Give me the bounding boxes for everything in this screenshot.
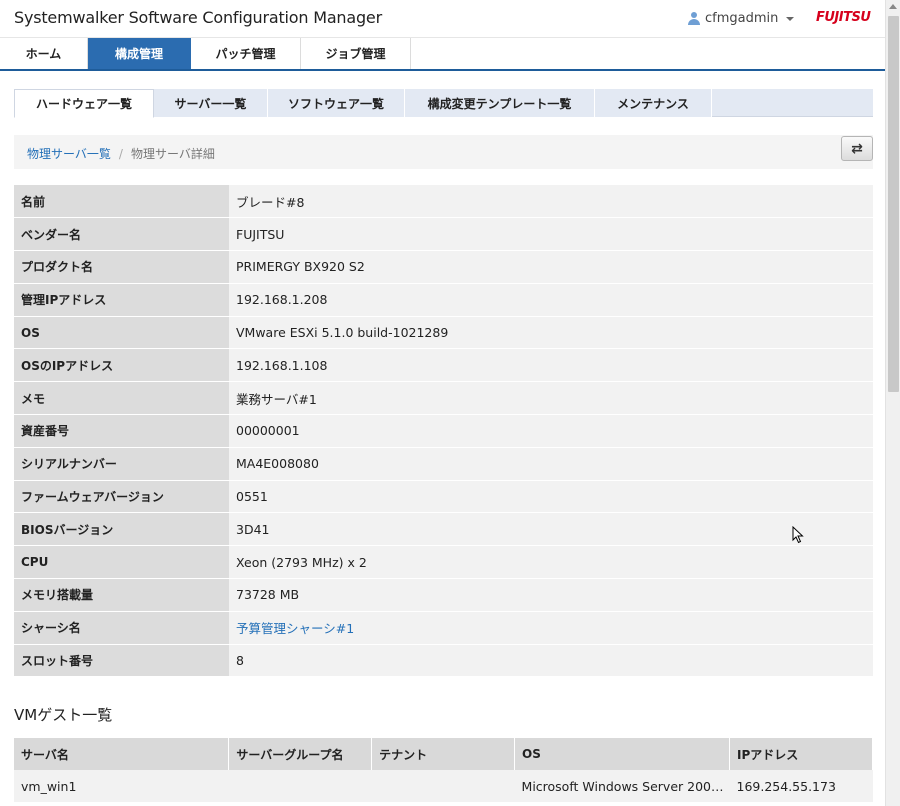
detail-label: シリアルナンバー	[14, 447, 229, 481]
detail-label: 管理IPアドレス	[14, 283, 229, 317]
table-row: CPU Xeon (2793 MHz) x 2	[14, 545, 873, 580]
vm-tenant	[371, 770, 515, 802]
vm-ip-address: 169.254.55.173	[729, 770, 873, 802]
detail-value: Xeon (2793 MHz) x 2	[229, 545, 873, 580]
detail-value: VMware ESXi 5.1.0 build-1021289	[229, 316, 873, 350]
detail-value: 192.168.1.108	[229, 348, 873, 383]
chevron-down-icon	[786, 16, 795, 21]
table-row: メモ 業務サーバ#1	[14, 381, 873, 416]
breadcrumb-physical-server-list[interactable]: 物理サーバ一覧	[27, 145, 111, 162]
detail-label: 名前	[14, 185, 229, 219]
detail-value: 192.168.1.208	[229, 283, 873, 317]
table-row: ベンダー名 FUJITSU	[14, 217, 873, 252]
detail-label: 資産番号	[14, 414, 229, 448]
tab-server-list[interactable]: サーバー一覧	[154, 89, 268, 117]
detail-value: PRIMERGY BX920 S2	[229, 250, 873, 284]
table-row: 資産番号 00000001	[14, 414, 873, 448]
chassis-link[interactable]: 予算管理シャーシ#1	[236, 621, 354, 636]
detail-label: メモリ搭載量	[14, 578, 229, 612]
server-detail-table: 名前 ブレード#8 ベンダー名 FUJITSU プロダクト名 PRIMERGY BX9…	[14, 185, 873, 678]
detail-value-cell: 予算管理シャーシ#1	[229, 611, 873, 645]
nav-item-configuration[interactable]: 構成管理	[88, 38, 191, 69]
vm-os: Microsoft Windows Server 200…	[514, 770, 730, 802]
detail-label: BIOSバージョン	[14, 512, 229, 547]
user-icon	[688, 12, 700, 25]
mouse-cursor-icon	[792, 526, 804, 544]
detail-value: MA4E008080	[229, 447, 873, 481]
table-row[interactable]: vm_win1 Microsoft Windows Server 200… 16…	[14, 770, 873, 802]
refresh-button[interactable]: ⇄	[841, 136, 873, 161]
detail-label: ベンダー名	[14, 217, 229, 252]
column-header-ip-address[interactable]: IPアドレス	[729, 738, 873, 770]
refresh-icon: ⇄	[851, 140, 863, 157]
column-header-os[interactable]: OS	[514, 738, 731, 770]
detail-label: メモ	[14, 381, 229, 416]
detail-value: 73728 MB	[229, 578, 873, 612]
app-title: Systemwalker Software Configuration Mana…	[14, 8, 382, 27]
vm-server-group	[228, 770, 372, 802]
scrollbar-thumb[interactable]	[888, 16, 899, 392]
tab-maintenance[interactable]: メンテナンス	[595, 89, 712, 117]
column-header-server-name[interactable]: サーバ名	[14, 738, 230, 770]
nav-item-patch[interactable]: パッチ管理	[191, 38, 301, 69]
table-row: シャーシ名 予算管理シャーシ#1	[14, 611, 873, 645]
tab-software-list[interactable]: ソフトウェア一覧	[268, 89, 405, 117]
detail-value: 業務サーバ#1	[229, 381, 873, 416]
tab-filler	[712, 89, 873, 116]
breadcrumb-separator: /	[118, 146, 123, 161]
user-menu[interactable]: cfmgadmin	[688, 11, 795, 26]
table-row: スロット番号 8	[14, 644, 873, 678]
table-row: OS VMware ESXi 5.1.0 build-1021289	[14, 316, 873, 350]
detail-value: 8	[229, 644, 873, 678]
table-row: プロダクト名 PRIMERGY BX920 S2	[14, 250, 873, 284]
table-row: シリアルナンバー MA4E008080	[14, 447, 873, 481]
app-header: Systemwalker Software Configuration Mana…	[0, 0, 885, 38]
detail-label: スロット番号	[14, 644, 229, 678]
detail-label: OSのIPアドレス	[14, 348, 229, 383]
detail-value: ブレード#8	[229, 185, 873, 219]
vm-server-name: vm_win1	[14, 770, 229, 802]
detail-label: シャーシ名	[14, 611, 229, 645]
detail-label: OS	[14, 316, 229, 350]
table-row: ファームウェアバージョン 0551	[14, 480, 873, 514]
detail-value: 3D41	[229, 512, 873, 547]
table-row: 管理IPアドレス 192.168.1.208	[14, 283, 873, 317]
table-row: メモリ搭載量 73728 MB	[14, 578, 873, 612]
vm-guest-section-title: VMゲスト一覧	[14, 706, 113, 724]
column-header-server-group[interactable]: サーバーグループ名	[228, 738, 373, 770]
detail-label: CPU	[14, 545, 229, 580]
detail-value: 0551	[229, 480, 873, 514]
breadcrumb: 物理サーバ一覧 / 物理サーバ詳細	[27, 145, 215, 162]
nav-item-home[interactable]: ホーム	[0, 38, 88, 69]
user-name: cfmgadmin	[705, 11, 779, 26]
detail-label: プロダクト名	[14, 250, 229, 284]
breadcrumb-current: 物理サーバ詳細	[130, 147, 215, 161]
tab-template-list[interactable]: 構成変更テンプレート一覧	[405, 89, 595, 117]
tab-hardware-list[interactable]: ハードウェア一覧	[14, 89, 154, 118]
vm-guest-table: サーバ名 サーバーグループ名 テナント OS IPアドレス vm_win1 Mi…	[14, 738, 873, 802]
table-row: 名前 ブレード#8	[14, 185, 873, 219]
table-row: BIOSバージョン 3D41	[14, 512, 873, 547]
column-header-tenant[interactable]: テナント	[371, 738, 516, 770]
sub-tabs: ハードウェア一覧 サーバー一覧 ソフトウェア一覧 構成変更テンプレート一覧 メン…	[14, 89, 873, 118]
detail-label: ファームウェアバージョン	[14, 480, 229, 514]
breadcrumb-bar: 物理サーバ一覧 / 物理サーバ詳細	[14, 135, 873, 169]
nav-item-job[interactable]: ジョブ管理	[301, 38, 411, 69]
fujitsu-logo: FUJITSU	[816, 10, 871, 25]
vertical-scrollbar[interactable]	[885, 0, 900, 806]
detail-value: 00000001	[229, 414, 873, 448]
table-header-row: サーバ名 サーバーグループ名 テナント OS IPアドレス	[14, 738, 873, 770]
detail-value: FUJITSU	[229, 217, 873, 252]
scroll-up-icon[interactable]	[889, 4, 897, 9]
table-row: OSのIPアドレス 192.168.1.108	[14, 348, 873, 383]
main-nav: ホーム 構成管理 パッチ管理 ジョブ管理	[0, 38, 885, 71]
